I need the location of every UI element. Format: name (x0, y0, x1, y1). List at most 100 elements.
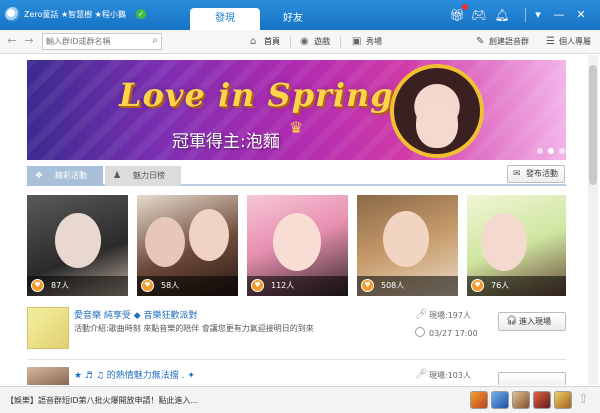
scroll-top-icon[interactable]: ⇧ (578, 392, 589, 407)
popularity-icon: ♥ (361, 279, 374, 292)
viewer-count: 76人 (491, 281, 510, 290)
winner-photo (390, 64, 484, 158)
search-icon[interactable]: ⌕ (152, 35, 158, 46)
photo-face (189, 209, 229, 261)
gamepad-icon[interactable]: 🎮︎ (470, 6, 488, 24)
event-thumbnail (27, 367, 69, 385)
user-name[interactable]: Zero童話 ★智慧樹 ★程小鵝 (24, 9, 126, 20)
event-title[interactable]: 愛音樂 純享受 ◆ 音樂狂歡派對 (74, 308, 198, 321)
back-arrow-icon[interactable]: ← (5, 34, 19, 48)
person-icon: ♟ (113, 171, 122, 181)
home-icon: ⌂ (250, 36, 257, 47)
enter-room-button[interactable]: 🎧︎ 進入現場 (498, 312, 566, 331)
photo-card[interactable]: ♥ 76人 (467, 195, 566, 296)
enter-room-label: 進入現場 (519, 317, 551, 326)
enter-room-button[interactable] (498, 372, 566, 385)
post-event-button[interactable]: ✉ 發布活動 (507, 165, 565, 183)
search-input[interactable] (46, 35, 146, 48)
forward-arrow-icon[interactable]: → (22, 34, 36, 48)
nav-bar: ← → ⌕ ⌂ 首頁 ◉ 遊戲 ▣ 秀場 ✎ 創建語音群 ☰ 個人專屬 (0, 30, 600, 54)
mic-icon: 🎤︎ (415, 369, 428, 380)
headphones-icon: 🎧︎ (506, 316, 518, 326)
viewer-count: 現場:103人 (429, 371, 471, 380)
main-content: Love in Spring 冠軍得主:泡麵 ♛ ❖ 精彩活動 ♟ 魅力日榜 ✉… (0, 55, 600, 385)
viewer-count: 508人 (381, 281, 405, 290)
nav-tab-show[interactable]: ▣ 秀場 (350, 33, 382, 50)
viewer-count: 現場:197人 (429, 311, 471, 320)
bell-icon[interactable]: 🔔︎ (493, 6, 511, 24)
app-shortcut-icon[interactable] (470, 391, 488, 409)
photo-card[interactable]: ♥ 112人 (247, 195, 348, 296)
create-group-label: 創建語音群 (489, 37, 529, 46)
scroll-thumb[interactable] (589, 65, 597, 185)
popularity-icon: ♥ (471, 279, 484, 292)
clock-icon (415, 327, 425, 337)
dropdown-icon[interactable]: ▾ (530, 7, 546, 23)
carousel-dot-active[interactable] (548, 148, 554, 154)
post-event-label: 發布活動 (526, 169, 558, 178)
crown-icon: ♛ (289, 118, 304, 137)
list-item[interactable]: ★ ♬ ♫ 的熱情魅力無法擋 . ✦ 🎤︎ 現場:103人 (27, 367, 566, 385)
photo-card[interactable]: ♥ 508人 (357, 195, 458, 296)
photo-face (55, 213, 101, 268)
announcement-text[interactable]: 【娛樂】語音群短ID第八批火爆開放申請！點此進入... (6, 395, 198, 406)
viewer-count: 58人 (161, 281, 180, 290)
personal-link[interactable]: ☰ 個人專屬 (546, 33, 591, 50)
gift-icon: ❖ (35, 171, 44, 181)
event-time: 03/27 17:00 (429, 329, 478, 338)
promo-banner[interactable]: Love in Spring 冠軍得主:泡麵 ♛ (27, 60, 566, 160)
scrollbar[interactable] (588, 55, 598, 385)
photo-face (273, 213, 321, 271)
tab-discover[interactable]: 發現 (190, 8, 260, 30)
tab-label: 魅力日榜 (133, 171, 165, 180)
post-icon: ✉ (513, 169, 521, 179)
create-group-link[interactable]: ✎ 創建語音群 (476, 33, 529, 50)
app-shortcut-icon[interactable] (512, 391, 530, 409)
app-logo-icon (5, 7, 20, 22)
carousel-dot[interactable] (537, 148, 543, 154)
tab-events[interactable]: ❖ 精彩活動 (27, 166, 103, 186)
app-shortcut-icon[interactable] (491, 391, 509, 409)
event-thumbnail (27, 307, 69, 349)
nav-tab-home[interactable]: ⌂ 首頁 (248, 33, 280, 50)
close-icon[interactable]: ✕ (573, 7, 589, 23)
popularity-icon: ♥ (141, 279, 154, 292)
event-title[interactable]: ★ ♬ ♫ 的熱情魅力無法擋 . ✦ (74, 368, 195, 381)
list-item[interactable]: 愛音樂 純享受 ◆ 音樂狂歡派對 活動介紹:歌曲時刻 來點音樂的陪伴 會讓您更有… (27, 307, 566, 352)
section-tabs: ❖ 精彩活動 ♟ 魅力日榜 (27, 166, 566, 186)
viewer-count: 112人 (271, 281, 295, 290)
tab-charm-ranking[interactable]: ♟ 魅力日榜 (105, 166, 181, 186)
popularity-icon: ♥ (31, 279, 44, 292)
search-box[interactable]: ⌕ (42, 33, 162, 50)
status-bar: 【娛樂】語音群短ID第八批火爆開放申請！點此進入... ⇧ (0, 386, 600, 413)
divider (290, 36, 291, 48)
photo-face (383, 211, 429, 267)
nav-tab-label: 秀場 (366, 37, 382, 46)
show-icon: ▣ (352, 36, 362, 47)
divider (27, 359, 566, 360)
verified-icon: ✓ (136, 9, 146, 19)
tab-friends[interactable]: 好友 (258, 8, 328, 30)
nav-tab-label: 首頁 (264, 37, 280, 46)
personal-icon: ☰ (546, 36, 555, 47)
minimize-icon[interactable]: — (551, 7, 567, 23)
nav-tab-label: 遊戲 (314, 37, 330, 46)
notification-badge (462, 4, 468, 10)
game-icon: ◉ (300, 36, 309, 47)
app-shortcut-icon[interactable] (533, 391, 551, 409)
event-description: 活動介紹:歌曲時刻 來點音樂的陪伴 會讓您更有力氣迎接明日的到來 (74, 324, 314, 333)
title-bar: Zero童話 ★智慧樹 ★程小鵝 ✓ 發現 好友 🎁︎ 🎮︎ 🔔︎ ▾ — ✕ (0, 0, 600, 30)
banner-caption: 冠軍得主:泡麵 (172, 132, 280, 152)
app-shortcut-icon[interactable] (554, 391, 572, 409)
carousel-dot[interactable] (559, 148, 565, 154)
banner-title: Love in Spring (119, 76, 394, 114)
divider (525, 8, 526, 22)
photo-card[interactable]: ♥ 87人 (27, 195, 128, 296)
nav-tab-games[interactable]: ◉ 遊戲 (298, 33, 330, 50)
photo-face (481, 213, 527, 271)
winner-face (416, 98, 458, 148)
personal-label: 個人專屬 (559, 37, 591, 46)
divider (340, 36, 341, 48)
photo-card[interactable]: ♥ 58人 (137, 195, 238, 296)
viewer-count: 87人 (51, 281, 70, 290)
